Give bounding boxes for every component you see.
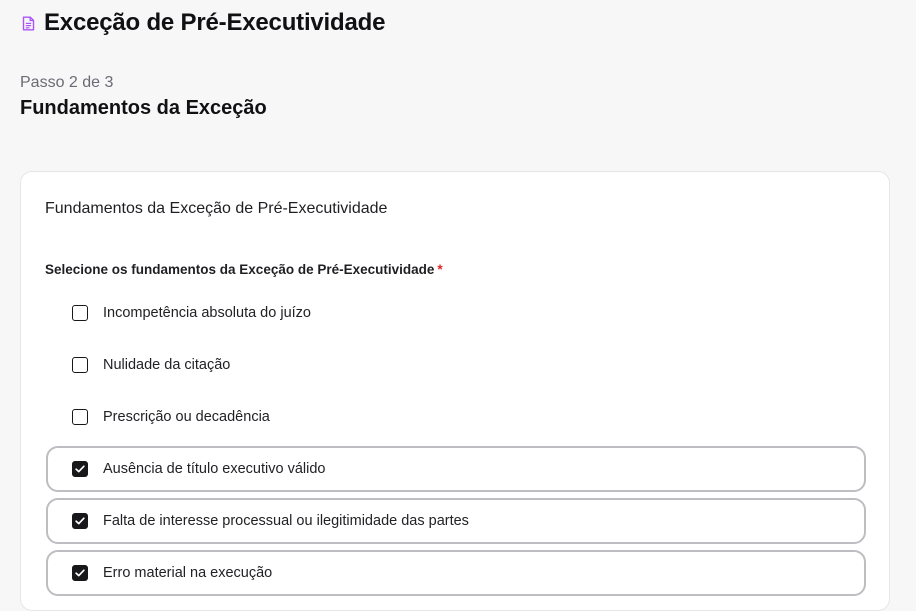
checkbox[interactable]: [72, 305, 88, 321]
field-label-text: Selecione os fundamentos da Exceção de P…: [45, 262, 435, 277]
checkbox-checked[interactable]: [72, 513, 88, 529]
option-label: Erro material na execução: [103, 565, 273, 581]
required-indicator: *: [437, 262, 443, 277]
step-title: Fundamentos da Exceção: [20, 97, 267, 119]
checkmark-icon: [75, 569, 85, 577]
option-ausencia-titulo[interactable]: Ausência de título executivo válido: [46, 446, 866, 492]
option-falta-interesse[interactable]: Falta de interesse processual ou ilegiti…: [46, 498, 866, 544]
checkbox-checked[interactable]: [72, 461, 88, 477]
card-title: Fundamentos da Exceção de Pré-Executivid…: [45, 200, 388, 217]
page-title: Exceção de Pré-Executividade: [44, 9, 386, 36]
checkbox[interactable]: [72, 409, 88, 425]
option-incompetencia[interactable]: Incompetência absoluta do juízo: [46, 290, 866, 336]
document-icon: [20, 15, 36, 31]
field-label: Selecione os fundamentos da Exceção de P…: [45, 262, 443, 277]
option-nulidade-citacao[interactable]: Nulidade da citação: [46, 342, 866, 388]
option-erro-material[interactable]: Erro material na execução: [46, 550, 866, 596]
option-label: Prescrição ou decadência: [103, 409, 270, 425]
option-label: Nulidade da citação: [103, 357, 231, 373]
form-card: Fundamentos da Exceção de Pré-Executivid…: [20, 171, 890, 611]
checkmark-icon: [75, 517, 85, 525]
step-indicator: Passo 2 de 3: [20, 74, 114, 91]
page-header: Exceção de Pré-Executividade: [20, 8, 385, 38]
checkmark-icon: [75, 465, 85, 473]
option-label: Falta de interesse processual ou ilegiti…: [103, 513, 469, 529]
option-label: Ausência de título executivo válido: [103, 461, 326, 477]
option-label: Incompetência absoluta do juízo: [103, 305, 311, 321]
checkbox-checked[interactable]: [72, 565, 88, 581]
option-prescricao[interactable]: Prescrição ou decadência: [46, 394, 866, 440]
checkbox[interactable]: [72, 357, 88, 373]
